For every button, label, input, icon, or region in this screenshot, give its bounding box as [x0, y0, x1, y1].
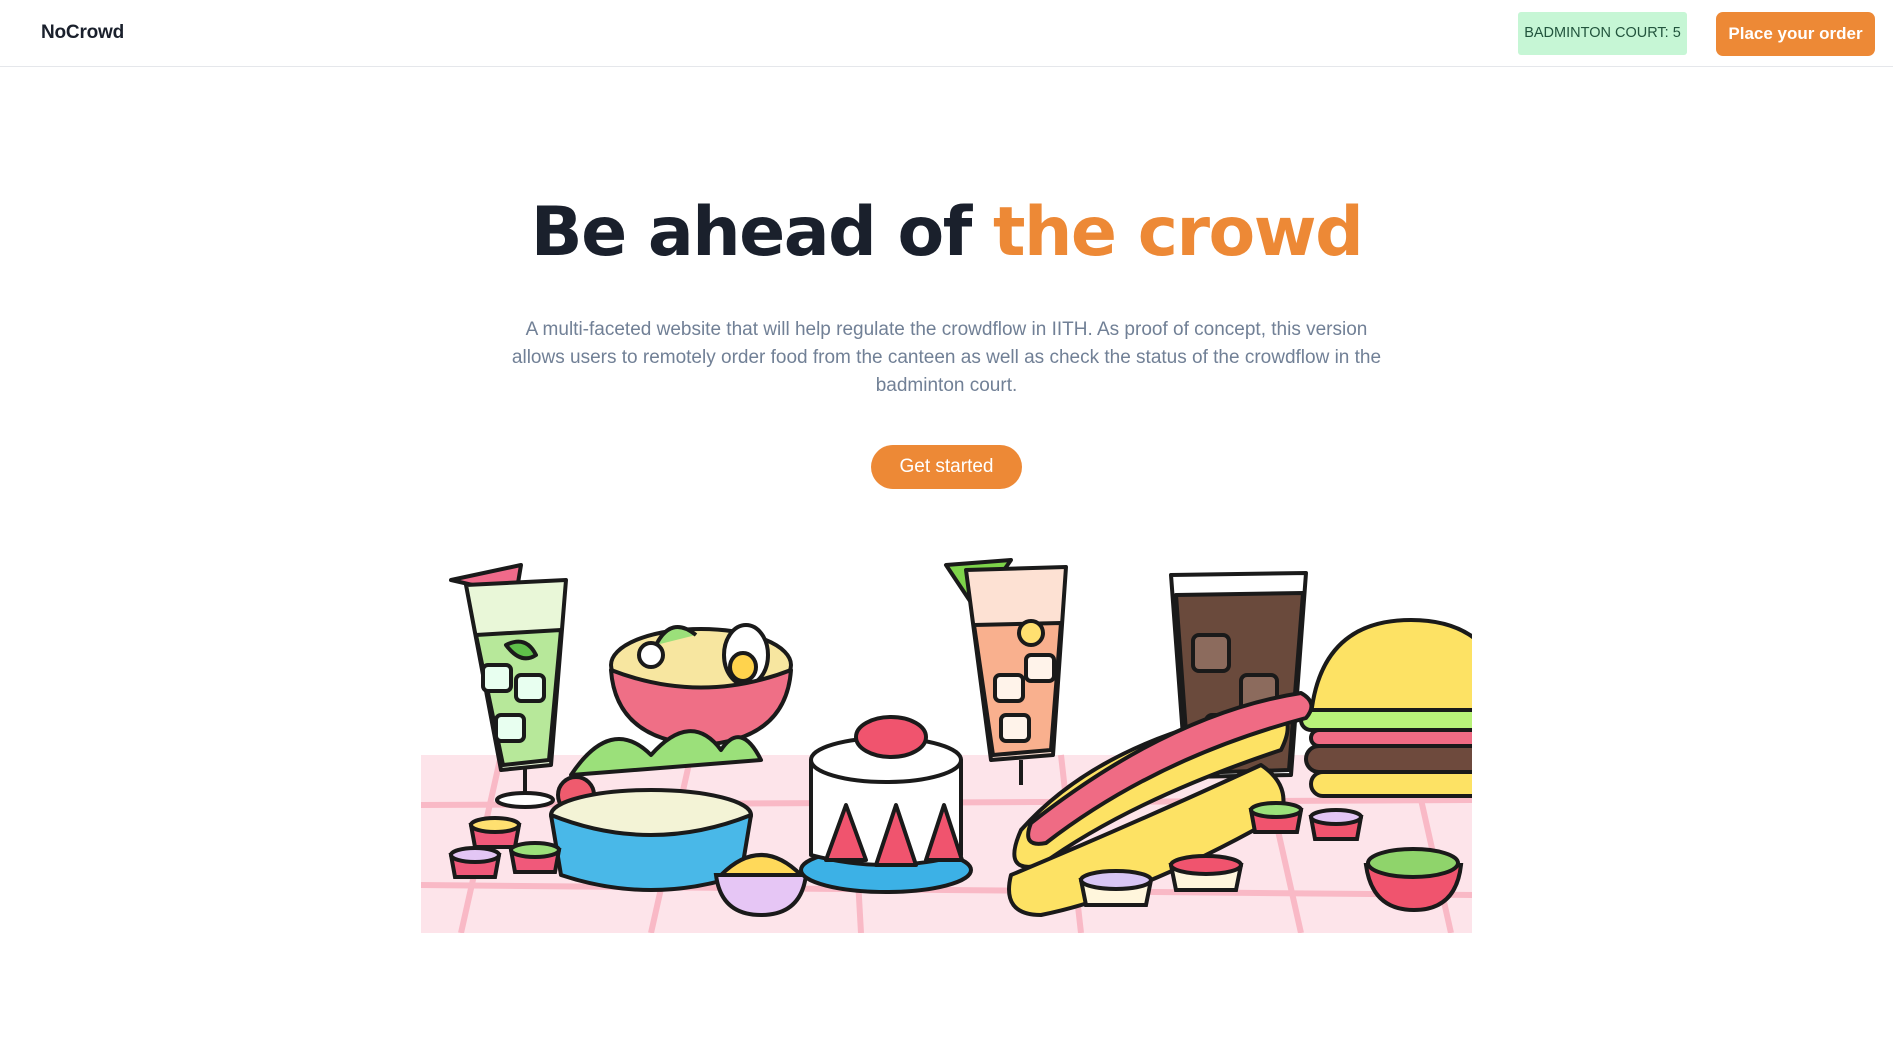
hero-title: Be ahead of the crowd — [0, 188, 1893, 278]
strawberry-cake-icon — [799, 715, 973, 894]
place-order-button[interactable]: Place your order — [1716, 12, 1875, 56]
iced-tea-icon — [944, 558, 1068, 785]
brand-logo[interactable]: NoCrowd — [41, 22, 124, 44]
hero-title-accent: the crowd — [993, 193, 1364, 272]
hero-description: A multi-faceted website that will help r… — [511, 319, 1382, 396]
burger-icon — [1299, 618, 1472, 798]
ramen-bowl-icon — [609, 623, 793, 747]
get-started-button[interactable]: Get started — [871, 445, 1022, 489]
top-navbar: NoCrowd BADMINTON COURT: 5 Place your or… — [0, 0, 1893, 67]
hero-title-main: Be ahead of — [530, 193, 973, 272]
badminton-court-status-badge: BADMINTON COURT: 5 — [1518, 12, 1687, 55]
food-illustration — [421, 558, 1472, 933]
